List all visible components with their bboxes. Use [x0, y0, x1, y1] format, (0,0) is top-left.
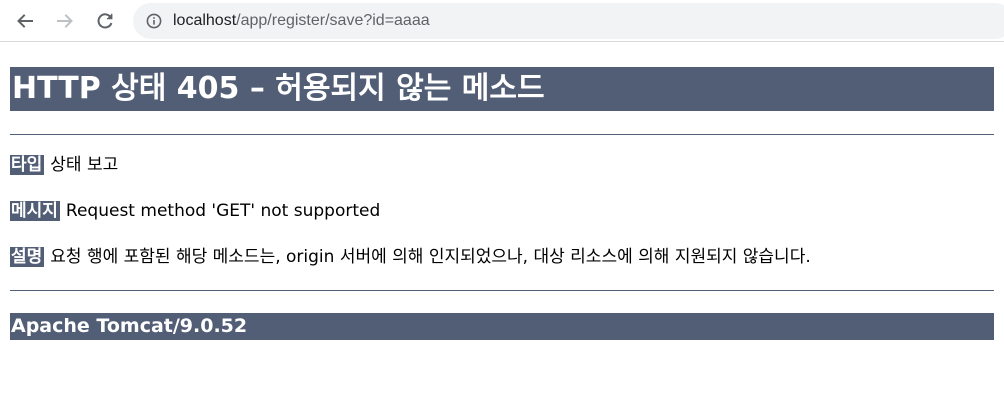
page-title: HTTP 상태 405 – 허용되지 않는 메소드 [10, 67, 994, 111]
type-label: 타입 [10, 155, 45, 175]
address-bar[interactable]: localhost/app/register/save?id=aaaa [133, 3, 1004, 39]
description-value: 요청 행에 포함된 해당 메소드는, origin 서버에 의해 인지되었으나,… [50, 247, 811, 267]
info-icon[interactable] [145, 12, 163, 30]
message-value: Request method 'GET' not supported [65, 201, 381, 221]
reload-icon [97, 13, 113, 29]
divider [10, 290, 994, 291]
type-value: 상태 보고 [50, 155, 119, 175]
message-row: 메시지 Request method 'GET' not supported [10, 200, 994, 222]
url-text: localhost/app/register/save?id=aaaa [173, 12, 430, 30]
arrow-right-icon [57, 14, 73, 28]
forward-button[interactable] [51, 7, 79, 35]
type-row: 타입 상태 보고 [10, 154, 994, 176]
arrow-left-icon [17, 14, 33, 28]
url-path: /app/register/save?id=aaaa [236, 12, 430, 29]
reload-button[interactable] [91, 7, 119, 35]
description-row: 설명 요청 행에 포함된 해당 메소드는, origin 서버에 의해 인지되었으… [10, 246, 994, 268]
description-label: 설명 [10, 247, 45, 267]
server-footer: Apache Tomcat/9.0.52 [10, 313, 994, 340]
url-host: localhost [173, 12, 237, 29]
divider [10, 134, 994, 135]
browser-toolbar: localhost/app/register/save?id=aaaa [0, 0, 1004, 42]
message-label: 메시지 [10, 201, 60, 221]
back-button[interactable] [11, 7, 39, 35]
error-page: HTTP 상태 405 – 허용되지 않는 메소드 타입 상태 보고 메시지 Req… [0, 67, 994, 340]
